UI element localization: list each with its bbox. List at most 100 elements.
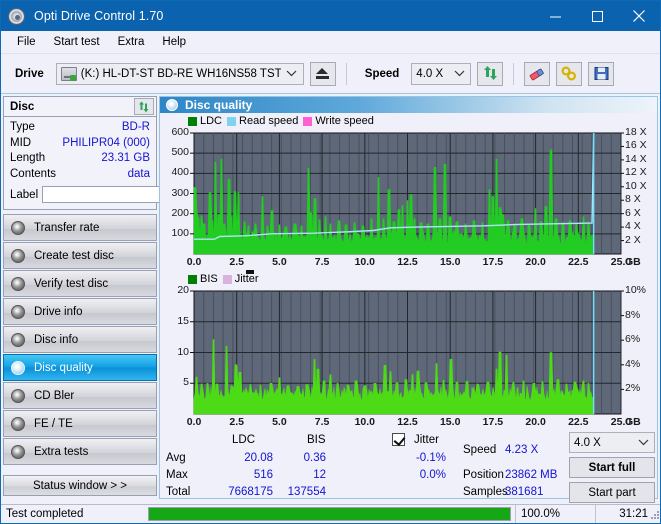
drive-label: Drive [15, 67, 44, 80]
drive-select[interactable]: (K:) HL-DT-ST BD-RE WH16NS58 TST4 [55, 62, 304, 85]
legend-label: Jitter [234, 273, 259, 285]
stats-total-bis: 137554 [287, 486, 326, 498]
menu-bar: File Start test Extra Help [1, 31, 660, 54]
x-tick: 12.5 [397, 416, 418, 428]
sidebar-item-extra-tests[interactable]: Extra tests [3, 438, 157, 465]
disc-label-row: Label [10, 185, 241, 204]
progress-bar [148, 507, 511, 521]
sidebar-item-cd-bler[interactable]: CD Bler [3, 382, 157, 409]
sidebar-item-disc-quality[interactable]: Disc quality [3, 354, 157, 381]
y-tick-right: 4 X [625, 220, 641, 233]
y-tick-right: 10 X [625, 179, 647, 192]
stats-col-bis: BIS [307, 434, 326, 446]
chart-ldc-readspeed[interactable]: 100 200 300 400 500 600 2 X4 X6 X8 X 10 X 12 X 14… [160, 126, 657, 271]
status-window-button[interactable]: Status window > > [3, 475, 157, 496]
disc-row-mid: MID PHILIPR04 (000) [10, 136, 150, 152]
x-axis-unit: GB [625, 256, 641, 268]
y-tick-right: 18 X [625, 126, 647, 138]
speed-select-value: 4.0 X [416, 67, 444, 80]
disc-row-key: Length [10, 152, 46, 164]
save-button[interactable] [588, 61, 615, 86]
sidebar-item-fe-te[interactable]: FE / TE [3, 410, 157, 437]
jitter-checkbox[interactable] [392, 433, 405, 446]
test-speed-select[interactable]: 4.0 X [569, 432, 655, 453]
chevron-down-icon [448, 70, 470, 77]
sidebar-item-transfer-rate[interactable]: Transfer rate [3, 214, 157, 241]
sidebar-item-label: Disc info [34, 333, 79, 346]
speed-label: Speed [364, 67, 400, 80]
disc-icon [8, 7, 25, 25]
disc-row-key: Type [10, 121, 35, 133]
disc-icon [11, 248, 25, 263]
progress-percent: 100.0% [515, 504, 595, 523]
menu-item-start-test[interactable]: Start test [47, 34, 111, 51]
disc-row-length: Length 23.31 GB [10, 151, 150, 167]
menu-item-extra[interactable]: Extra [111, 34, 156, 51]
stats-total-ldc: 7668175 [228, 486, 273, 498]
title-bar: Opti Drive Control 1.70 [1, 1, 660, 31]
y-tick-left: 5 [183, 376, 189, 389]
y-tick-right: 6% [625, 333, 641, 346]
disc-row-value: PHILIPR04 (000) [62, 136, 150, 149]
menu-item-file[interactable]: File [10, 34, 47, 51]
charts-area: LDC Read speed Write speed 100 200 300 400 5… [160, 113, 657, 431]
chart-top-legend: LDC Read speed Write speed [160, 115, 657, 127]
window-controls [534, 1, 660, 31]
erase-button[interactable] [524, 61, 551, 86]
statistics-area: LDC BIS Jitter Avg 20.08 0.36 -0.1% Max … [160, 432, 657, 503]
sidebar-item-create-test-disc[interactable]: Create test disc [3, 242, 157, 269]
legend-entry-read-speed: Read speed [227, 115, 298, 127]
disc-label-key: Label [10, 188, 39, 201]
sidebar-item-label: Extra tests [34, 445, 89, 458]
resize-grip-icon[interactable] [650, 511, 660, 521]
y-tick-left: 400 [171, 166, 189, 179]
sidebar-item-label: Verify test disc [34, 277, 109, 290]
start-full-button[interactable]: Start full [569, 457, 655, 478]
y-tick-right: 12 X [625, 166, 647, 179]
sidebar-item-drive-info[interactable]: Drive info [3, 298, 157, 325]
sidebar-item-disc-info[interactable]: Disc info [3, 326, 157, 353]
tools-button[interactable] [556, 61, 583, 86]
x-tick: 17.5 [482, 416, 504, 428]
y-tick-right: 4% [625, 357, 641, 370]
y-tick-right: 2% [625, 382, 641, 395]
disc-icon [11, 444, 25, 459]
menu-item-help[interactable]: Help [155, 34, 197, 51]
stats-col-ldc: LDC [232, 434, 256, 446]
drive-select-value: (K:) HL-DT-ST BD-RE WH16NS58 TST4 [80, 67, 281, 80]
y-tick-left: 100 [171, 226, 189, 239]
eject-button[interactable] [309, 61, 336, 86]
refresh-button[interactable] [477, 61, 504, 86]
legend-swatch [227, 116, 237, 126]
x-tick: 20.0 [525, 416, 546, 428]
y-tick-left: 500 [171, 146, 189, 159]
disc-icon [11, 276, 25, 291]
minimize-icon[interactable] [534, 1, 576, 31]
stats-max-bis: 12 [313, 469, 326, 481]
close-icon[interactable] [618, 1, 660, 31]
legend-swatch [188, 116, 197, 126]
x-tick: 15.0 [439, 256, 461, 268]
disc-row-key: Contents [10, 167, 57, 180]
maximize-icon[interactable] [576, 1, 618, 31]
legend-entry-write-speed: Write speed [303, 115, 374, 127]
speed-stat-value: 4.23 X [505, 444, 539, 456]
chart-svg [190, 132, 624, 255]
legend-swatch [303, 116, 313, 126]
start-part-button[interactable]: Start part [569, 482, 655, 503]
drive-icon [60, 66, 77, 81]
y-tick-left: 300 [171, 186, 189, 199]
tools-icon [561, 66, 577, 81]
chart-bis-jitter[interactable]: 5 10 15 20 2% 4% 6% 8% 10% 0.0 2.5 5.0 7.5 10.0 12.5 15… [160, 284, 657, 431]
eject-icon [316, 68, 329, 74]
sidebar-item-verify-test-disc[interactable]: Verify test disc [3, 270, 157, 297]
x-tick: 10.0 [354, 416, 376, 428]
x-tick: 0.0 [186, 416, 202, 428]
disc-row-type: Type BD-R [10, 120, 150, 136]
y-tick-left: 15 [177, 314, 189, 327]
disc-refresh-button[interactable] [134, 98, 154, 115]
main-body: Disc Type BD-R MID PHILIPR04 (000) Lengt… [1, 94, 660, 503]
legend-swatch [188, 274, 197, 284]
speed-select[interactable]: 4.0 X [411, 62, 472, 85]
legend-label: Write speed [315, 115, 374, 127]
